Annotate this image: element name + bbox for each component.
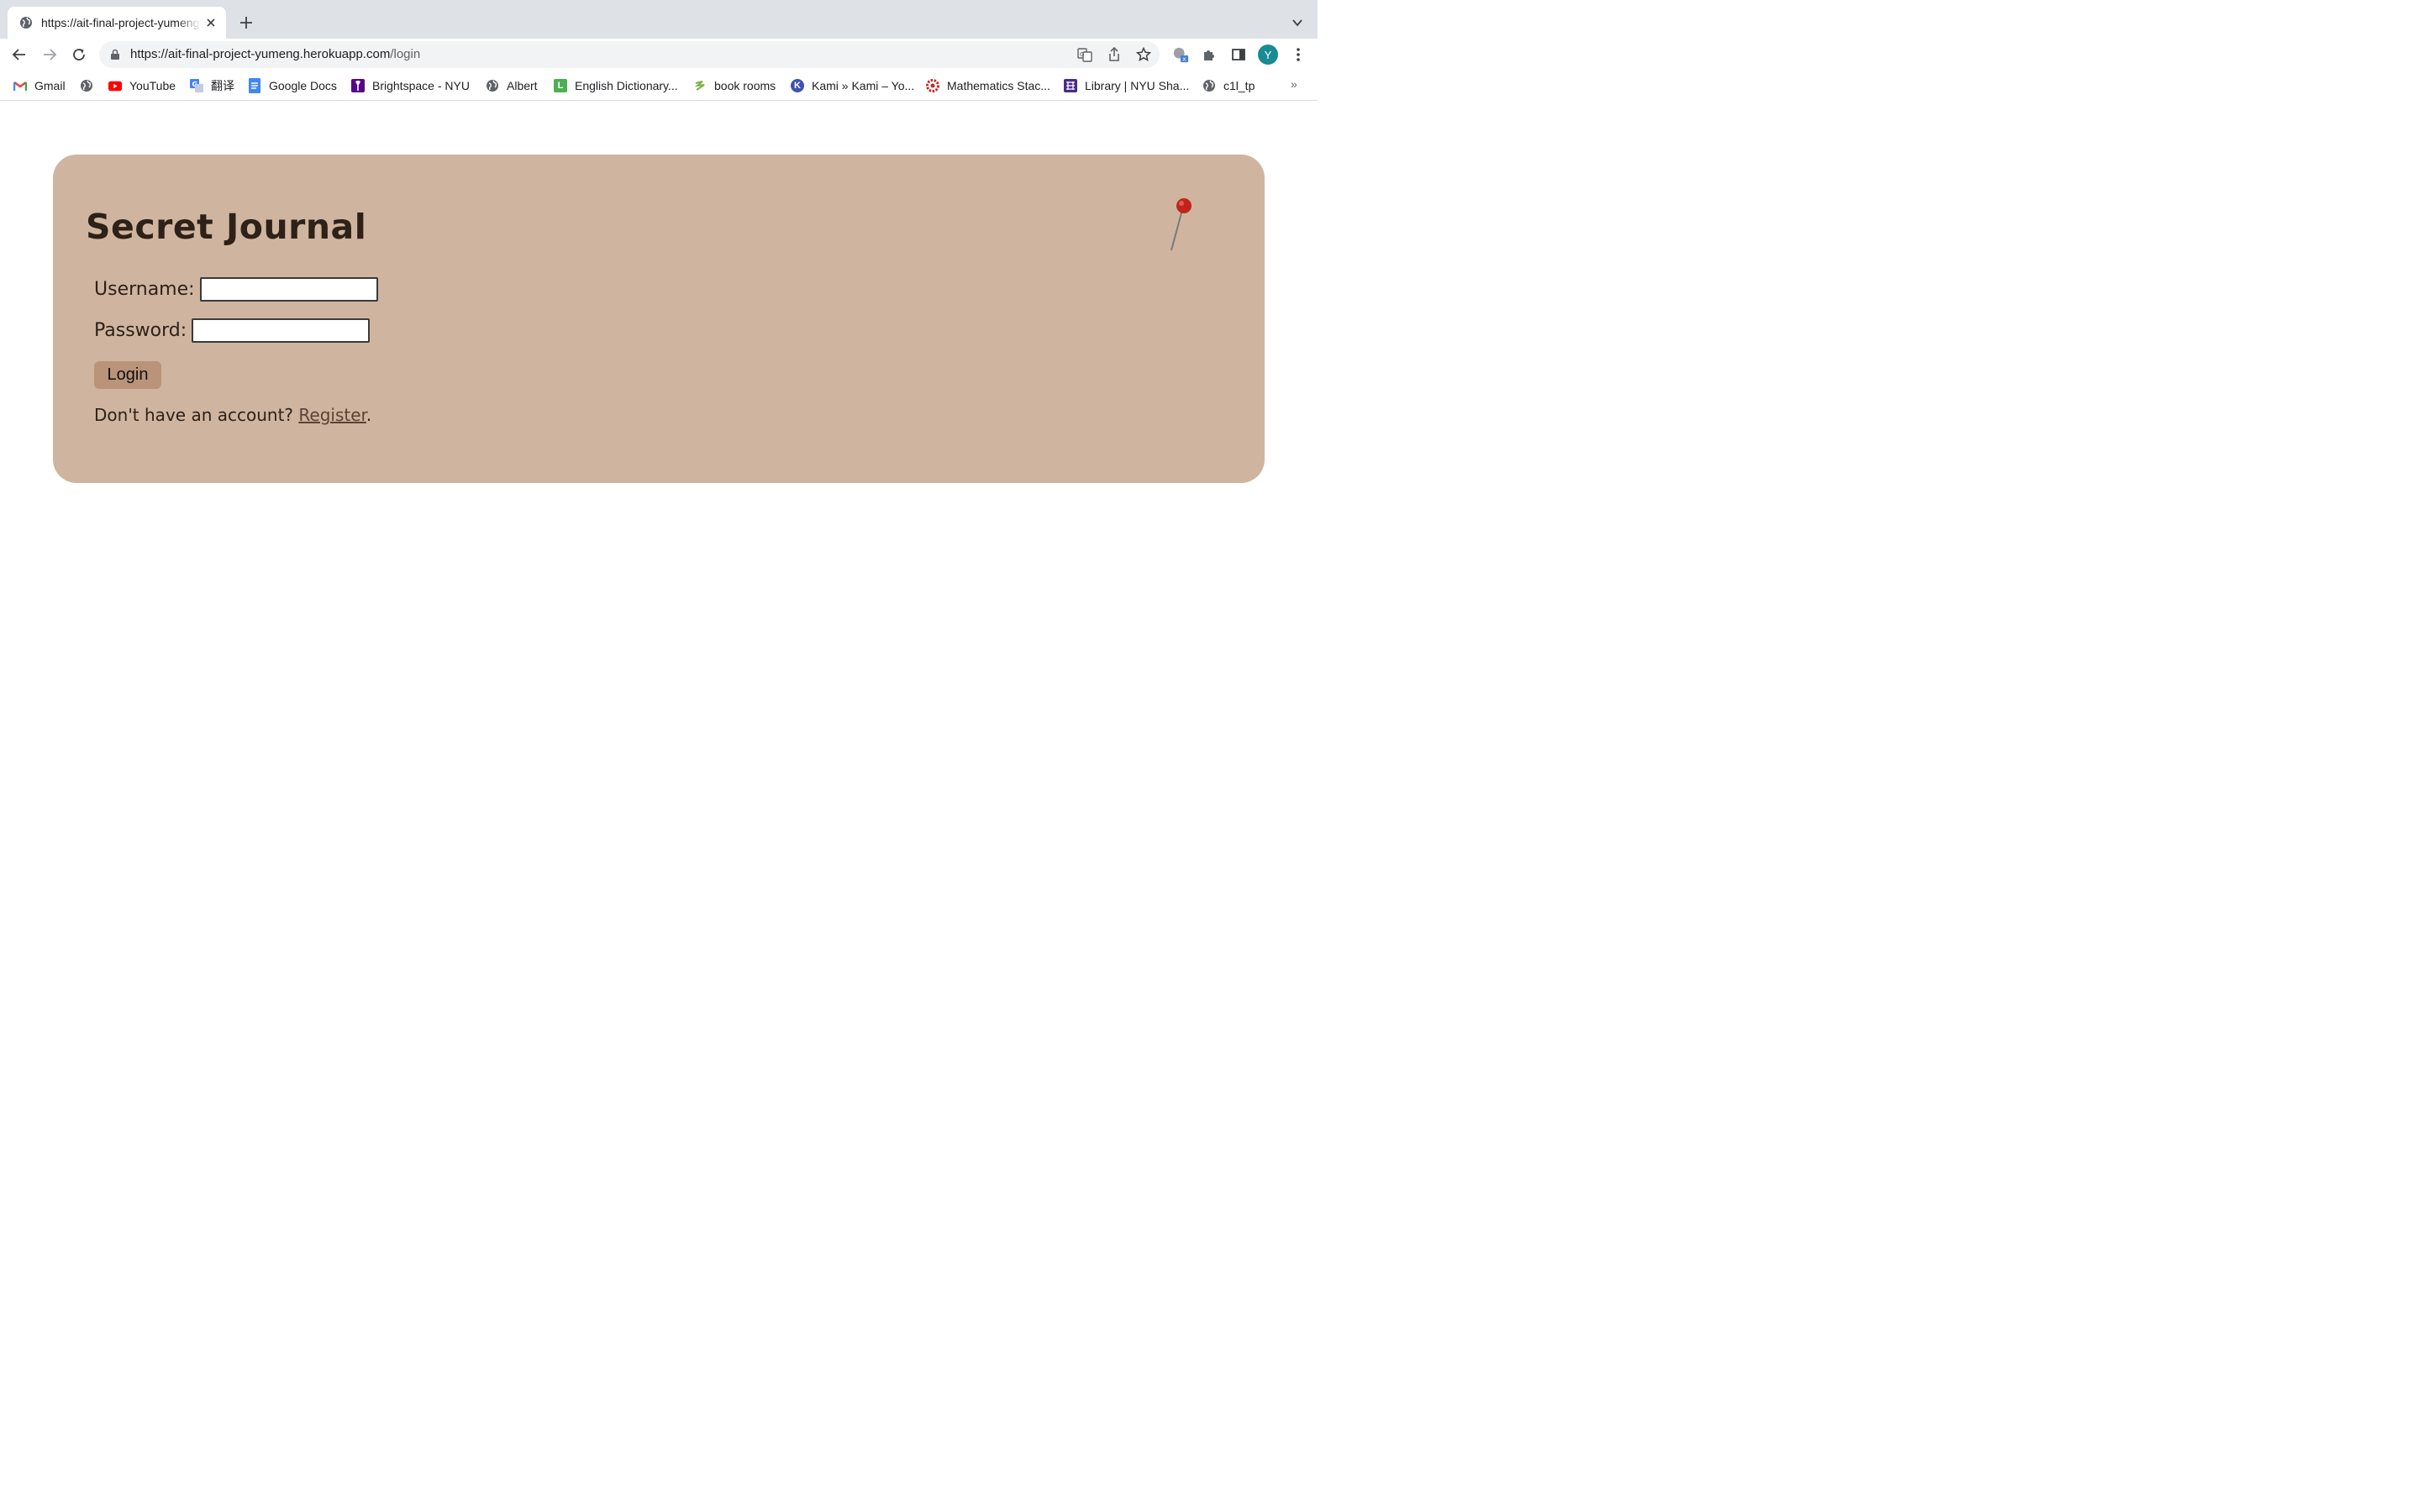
new-tab-icon[interactable]	[238, 14, 255, 31]
globe-icon	[80, 79, 93, 92]
more-bookmarks-icon[interactable]: »	[1291, 77, 1297, 91]
youtube-icon	[108, 79, 122, 92]
math-stack-icon	[926, 79, 939, 92]
url-text[interactable]: https://ait-final-project-yumeng.herokua…	[130, 47, 420, 61]
bookmark-label: Google Docs	[269, 79, 337, 92]
reload-icon[interactable]	[71, 46, 87, 63]
dictionary-icon: L	[554, 79, 567, 92]
svg-text:G: G	[1080, 51, 1084, 58]
bookmark-star-icon[interactable]	[1136, 47, 1151, 62]
globe-icon	[486, 79, 499, 92]
browser-toolbar: https://ait-final-project-yumeng.herokua…	[0, 39, 1318, 71]
forward-arrow-icon[interactable]	[41, 46, 58, 63]
side-panel-icon[interactable]	[1230, 46, 1247, 63]
register-prompt: Don't have an account? Register.	[94, 405, 371, 425]
puzzle-extensions-icon[interactable]	[1201, 46, 1218, 63]
bookmark-gmail[interactable]: Gmail	[13, 77, 66, 94]
bookmark-globe[interactable]	[80, 77, 101, 94]
login-card: Secret Journal Username: Password: Login…	[53, 155, 1265, 483]
url-host: https://ait-final-project-yumeng.herokua…	[130, 47, 391, 61]
close-tab-icon[interactable]	[204, 16, 218, 29]
bookmark-label: book rooms	[714, 79, 776, 92]
translate-page-icon[interactable]: G	[1077, 47, 1092, 62]
bookmark-brightspace[interactable]: Brightspace - NYU	[351, 77, 470, 94]
bookmark-label: c1l_tp	[1223, 79, 1255, 92]
svg-text:x: x	[1182, 55, 1186, 63]
bookmark-label: Mathematics Stac...	[947, 79, 1050, 92]
profile-avatar[interactable]: Y	[1258, 45, 1278, 65]
bookmark-google-docs[interactable]: Google Docs	[248, 77, 337, 94]
bookmark-label: 翻译	[211, 79, 234, 92]
translate-icon: G	[190, 79, 203, 92]
bookmark-translate[interactable]: G 翻译	[190, 77, 234, 94]
url-path: /login	[390, 47, 421, 61]
login-button[interactable]: Login	[94, 361, 161, 389]
register-link[interactable]: Register	[298, 405, 366, 425]
bookmark-albert[interactable]: Albert	[486, 77, 538, 94]
register-prompt-text: Don't have an account?	[94, 405, 294, 425]
docs-icon	[248, 78, 261, 93]
kami-icon: K	[791, 79, 804, 92]
kebab-menu-icon[interactable]	[1290, 46, 1307, 63]
bookmark-label: English Dictionary...	[575, 79, 678, 92]
gmail-icon	[13, 79, 27, 92]
password-input[interactable]	[192, 318, 371, 343]
bookmark-label: Library | NYU Sha...	[1085, 79, 1190, 92]
chevron-down-icon[interactable]	[1291, 16, 1304, 29]
bookmark-label: Albert	[507, 79, 538, 92]
password-label: Password:	[94, 320, 187, 341]
bookmark-book-rooms[interactable]: book rooms	[693, 77, 776, 94]
tab-strip: https://ait-final-project-yumeng.herokua…	[0, 0, 1318, 39]
lock-icon[interactable]	[109, 49, 121, 60]
globe-icon	[1202, 79, 1216, 92]
bookmark-mathematics-stack[interactable]: Mathematics Stac...	[926, 77, 1050, 94]
leaf-icon	[693, 79, 707, 92]
bookmark-youtube[interactable]: YouTube	[108, 77, 176, 94]
page-title: Secret Journal	[86, 207, 367, 247]
bookmark-label: YouTube	[129, 79, 176, 92]
bookmark-c1l-tp[interactable]: c1l_tp	[1202, 77, 1255, 94]
bookmark-label: Gmail	[34, 79, 66, 92]
globe-icon	[19, 16, 33, 29]
address-bar[interactable]: https://ait-final-project-yumeng.herokua…	[99, 41, 1160, 68]
username-row: Username:	[94, 277, 378, 302]
bookmarks-bar: Gmail YouTube G 翻译 Google Docs Brightspa…	[0, 71, 1318, 101]
pushpin-icon	[1171, 198, 1192, 251]
username-label: Username:	[94, 279, 195, 300]
bookmark-kami[interactable]: K Kami » Kami – Yo...	[791, 77, 914, 94]
library-icon	[1064, 79, 1077, 92]
bookmark-label: Kami » Kami – Yo...	[812, 79, 915, 92]
share-icon[interactable]	[1107, 47, 1122, 62]
bookmark-english-dictionary[interactable]: L English Dictionary...	[554, 77, 678, 94]
back-arrow-icon[interactable]	[11, 46, 28, 63]
bookmark-label: Brightspace - NYU	[372, 79, 470, 92]
browser-tab[interactable]: https://ait-final-project-yumeng.herokua…	[8, 7, 226, 39]
extension-badge-icon[interactable]: x	[1172, 46, 1189, 63]
nyu-torch-icon	[351, 79, 365, 92]
tab-title: https://ait-final-project-yumeng.herokua…	[41, 16, 201, 29]
password-row: Password:	[94, 318, 371, 343]
username-input[interactable]	[199, 277, 378, 302]
bookmark-library-nyu[interactable]: Library | NYU Sha...	[1064, 77, 1189, 94]
register-suffix: .	[366, 405, 372, 425]
